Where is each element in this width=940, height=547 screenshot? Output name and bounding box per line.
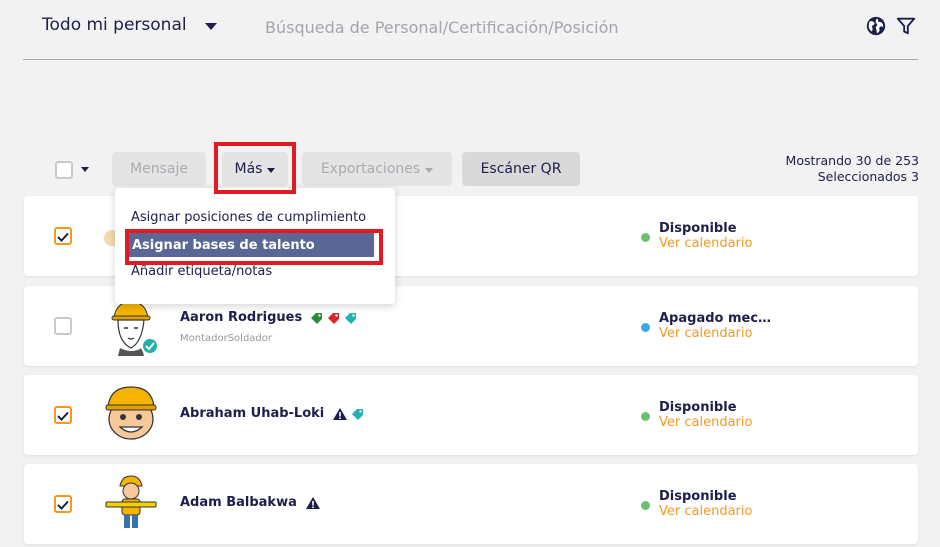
row-checkbox[interactable] [54, 495, 72, 513]
avatar [102, 298, 160, 356]
more-dropdown-menu: Asignar posiciones de cumplimiento Asign… [115, 188, 395, 304]
teal-tag-icon [352, 408, 364, 420]
menu-item-add-tag-notes[interactable]: Añadir etiqueta/notas [131, 264, 272, 279]
select-all-checkbox[interactable] [55, 161, 73, 179]
row-checkbox[interactable] [54, 406, 72, 424]
teal-tag-icon [345, 312, 357, 324]
more-button[interactable]: Más [222, 152, 288, 186]
green-tag-icon [311, 312, 323, 324]
message-button[interactable]: Mensaje [112, 152, 206, 186]
tags [310, 311, 358, 325]
search-input[interactable] [265, 14, 825, 40]
avatar [102, 474, 160, 532]
showing-count: Mostrando 30 de 253 [785, 153, 919, 168]
avatar [102, 385, 160, 443]
scope-label: Todo mi personal [42, 15, 187, 35]
menu-item-assign-compliance-positions[interactable]: Asignar posiciones de cumplimiento [131, 210, 366, 225]
status-text: Apagado mec… [659, 311, 772, 326]
view-calendar-link[interactable]: Ver calendario [659, 415, 752, 430]
view-calendar-link[interactable]: Ver calendario [659, 326, 752, 341]
result-counts: Mostrando 30 de 253 Seleccionados 3 [786, 153, 919, 185]
checkmark-icon [57, 411, 69, 421]
person-name[interactable]: Aaron Rodrigues [180, 310, 358, 325]
personnel-card[interactable]: Abraham Uhab-Loki Disponible Ver calenda… [24, 375, 918, 455]
personnel-card[interactable]: Adam Balbakwa Disponible Ver calendario [24, 464, 918, 544]
status-dot [641, 323, 650, 332]
warning-icon [333, 407, 348, 420]
status-dot [641, 412, 650, 421]
select-options-caret-icon[interactable] [81, 167, 89, 172]
row-checkbox[interactable] [54, 227, 72, 245]
checkmark-icon [57, 500, 69, 510]
warning-icon [305, 496, 320, 509]
person-role: MontadorSoldador [180, 333, 273, 344]
checkmark-icon [57, 232, 69, 242]
status-dot [641, 501, 650, 510]
selected-count: Seleccionados 3 [817, 169, 919, 184]
globe-icon[interactable] [865, 15, 887, 37]
status-dot [641, 233, 650, 242]
view-calendar-link[interactable]: Ver calendario [659, 236, 752, 251]
caret-down-icon [425, 167, 434, 173]
red-tag-icon [328, 312, 340, 324]
person-name[interactable]: Adam Balbakwa [180, 495, 321, 510]
person-name[interactable]: Abraham Uhab-Loki [180, 406, 365, 421]
top-bar: Todo mi personal [0, 0, 940, 60]
header-divider [23, 59, 918, 60]
verified-icon [141, 337, 159, 355]
tags [332, 407, 365, 421]
qr-scanner-button[interactable]: Escáner QR [462, 152, 580, 186]
status-text: Disponible [659, 400, 737, 415]
exports-button[interactable]: Exportaciones [302, 152, 452, 186]
filter-icon[interactable] [895, 15, 917, 37]
view-calendar-link[interactable]: Ver calendario [659, 504, 752, 519]
tags [305, 496, 321, 510]
row-checkbox[interactable] [54, 317, 72, 335]
status-text: Disponible [659, 489, 737, 504]
caret-down-icon [267, 167, 276, 173]
status-text: Disponible [659, 221, 737, 236]
caret-down-icon [204, 22, 217, 30]
scope-dropdown[interactable]: Todo mi personal [42, 15, 217, 35]
menu-item-assign-talent-pools[interactable]: Asignar bases de talento [127, 233, 374, 257]
